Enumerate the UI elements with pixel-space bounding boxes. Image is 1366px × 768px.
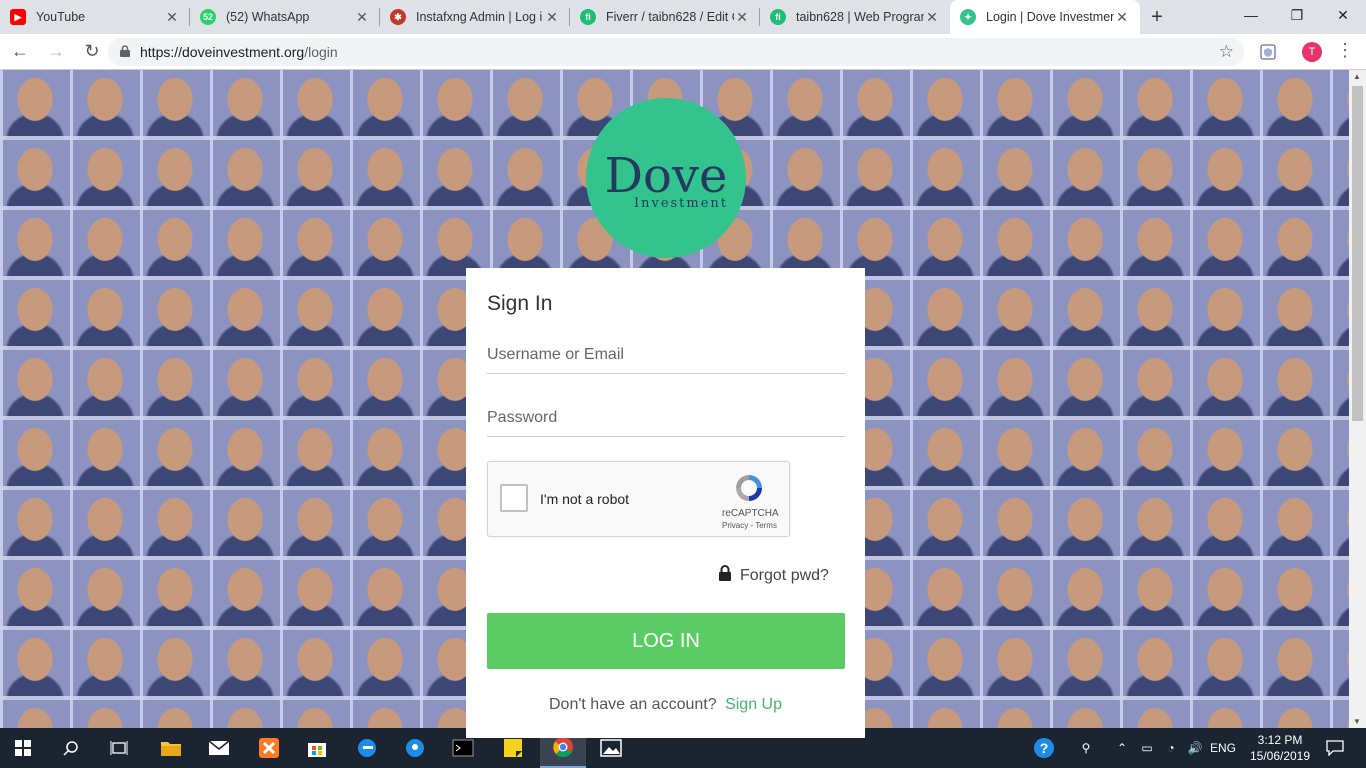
tab-title: YouTube [36,10,86,24]
dove-icon: ✦ [960,9,976,25]
tab-title: Instafxng Admin | Log i [416,10,543,24]
page-title: Sign In [487,292,553,315]
scroll-up-icon[interactable]: ▲ [1353,72,1361,81]
tab-fiverr-edit[interactable]: fi Fiverr / taibn628 / Edit G ✕ [570,0,760,34]
url-path: /login [304,44,338,60]
tab-fiverr-profile[interactable]: fi taibn628 | Web Program ✕ [760,0,950,34]
window-close-icon[interactable]: ✕ [1320,0,1366,30]
recaptcha-checkbox[interactable] [500,484,528,512]
forward-icon[interactable]: → [40,36,72,68]
tab-title: Login | Dove Investmen [986,10,1114,24]
signin-card: Sign In I'm not a robot reCAPTCHA Privac… [466,268,865,738]
xampp-icon[interactable] [246,728,292,768]
new-tab-button[interactable]: + [1140,0,1174,34]
username-input[interactable] [487,336,845,374]
mail-icon[interactable] [196,728,242,768]
tab-whatsapp[interactable]: 52 (52) WhatsApp ✕ [190,0,380,34]
chevron-up-icon[interactable]: ⌃ [1112,728,1132,768]
close-icon[interactable]: ✕ [354,9,370,25]
signup-prompt: Don't have an account? Sign Up [466,696,865,714]
tab-strip: ▶ YouTube ✕ 52 (52) WhatsApp ✕ ✱ Instafx… [0,0,1366,34]
password-input[interactable] [487,399,845,437]
svg-text:?: ? [1040,740,1049,756]
tab-instafxng[interactable]: ✱ Instafxng Admin | Log i ✕ [380,0,570,34]
fiverr-icon: fi [770,9,786,25]
recaptcha-name: reCAPTCHA [722,508,779,519]
logo-brand: Dove [604,147,728,204]
search-icon[interactable] [48,728,94,768]
forgot-password-link[interactable]: Forgot pwd? [718,565,829,586]
lock-icon [120,44,130,60]
wifi-icon[interactable]: ◔ [1160,728,1182,768]
close-icon[interactable]: ✕ [544,9,560,25]
close-icon[interactable]: ✕ [734,9,750,25]
windows-start-icon[interactable] [0,728,46,768]
recaptcha-label: I'm not a robot [540,491,630,507]
edge-icon[interactable] [344,728,390,768]
people-icon[interactable]: ⚲ [1074,728,1098,768]
clock-date: 15/06/2019 [1249,749,1311,763]
tab-title: taibn628 | Web Program [796,10,924,24]
reload-icon[interactable]: ↻ [76,36,108,68]
tab-dove-login[interactable]: ✦ Login | Dove Investmen ✕ [950,0,1140,34]
tab-youtube[interactable]: ▶ YouTube ✕ [0,0,190,34]
scrollbar-thumb[interactable] [1352,86,1363,421]
fiverr-icon: fi [580,9,596,25]
volume-icon[interactable]: 🔊 [1184,728,1206,768]
extension-icon[interactable] [1258,42,1278,62]
recaptcha-links[interactable]: Privacy - Terms [722,521,777,530]
recaptcha-widget: I'm not a robot reCAPTCHA Privacy - Term… [487,461,790,537]
minimize-icon[interactable]: — [1228,0,1274,30]
dove-investment-logo: Dove Investment [586,98,746,258]
battery-icon[interactable]: ▭ [1136,728,1158,768]
forgot-password-label: Forgot pwd? [740,566,829,584]
tab-title: (52) WhatsApp [226,10,310,24]
lock-icon [718,565,732,586]
browser-toolbar: ← → ↻ https://doveinvestment.org/login ☆ [0,34,1366,70]
no-account-text: Don't have an account? [549,696,717,713]
url-host: https://doveinvestment.org [140,44,305,60]
close-icon[interactable]: ✕ [924,9,940,25]
store-icon[interactable] [294,728,340,768]
maps-icon[interactable] [392,728,438,768]
recaptcha-icon [732,472,766,504]
clock-time: 3:12 PM [1257,733,1303,747]
notifications-icon[interactable] [1320,728,1350,768]
login-button[interactable]: LOG IN [487,613,845,669]
tab-title: Fiverr / taibn628 / Edit G [606,10,734,24]
instafxng-icon: ✱ [390,9,406,25]
address-bar[interactable]: https://doveinvestment.org/login ☆ [108,38,1244,66]
close-icon[interactable]: ✕ [1114,9,1130,25]
youtube-icon: ▶ [10,9,26,25]
logo-subtitle: Investment [633,195,729,211]
help-icon[interactable]: ? [1030,728,1058,768]
profile-avatar[interactable]: T [1302,42,1322,62]
maximize-icon[interactable]: ❐ [1274,0,1320,30]
file-explorer-icon[interactable] [148,728,194,768]
signup-link[interactable]: Sign Up [725,696,782,713]
scroll-down-icon[interactable]: ▼ [1353,717,1361,726]
bookmark-star-icon[interactable]: ☆ [1219,42,1234,62]
close-icon[interactable]: ✕ [164,9,180,25]
system-clock[interactable]: 3:12 PM 15/06/2019 [1244,732,1316,764]
whatsapp-icon: 52 [200,9,216,25]
task-view-icon[interactable] [96,728,142,768]
back-icon[interactable]: ← [4,36,36,68]
page-scrollbar[interactable]: ▲ ▼ [1349,70,1366,728]
language-indicator[interactable]: ENG [1208,728,1238,768]
menu-icon[interactable]: ⋮ [1336,40,1354,61]
